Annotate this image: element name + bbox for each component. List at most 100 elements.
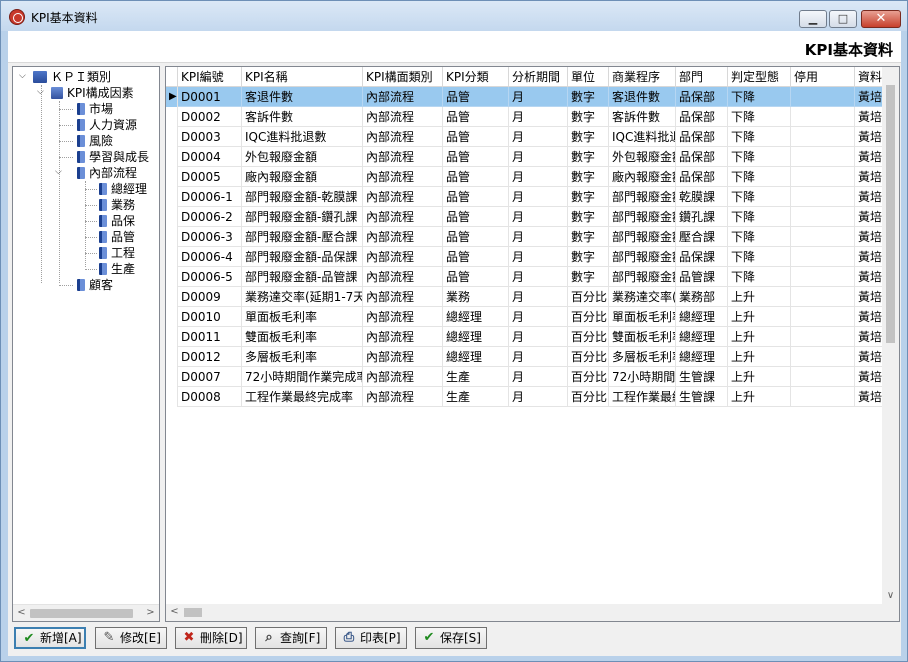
row-header[interactable] xyxy=(166,307,178,327)
cell-unit[interactable]: 數字 xyxy=(568,127,609,147)
cell-kpi-code[interactable]: D0010 xyxy=(178,307,242,327)
cell-kpi-name[interactable]: 客退件數 xyxy=(242,87,363,107)
cell-period[interactable]: 月 xyxy=(509,207,568,227)
cell-disabled[interactable] xyxy=(791,387,855,407)
table-row[interactable]: D0006-2部門報廢金額-鑽孔課內部流程品管月數字部門報廢金額鑽孔課下降黃培焌 xyxy=(166,207,890,227)
cell-unit[interactable]: 百分比 xyxy=(568,367,609,387)
row-header[interactable] xyxy=(166,167,178,187)
cell-judgment[interactable]: 下降 xyxy=(728,247,791,267)
row-header[interactable] xyxy=(166,107,178,127)
table-row[interactable]: D0003IQC進料批退數內部流程品管月數字IQC進料批退數品保部下降黃培焌 xyxy=(166,127,890,147)
tree-node-kpi-factors[interactable]: KPI構成因素 xyxy=(51,85,134,101)
cell-judgment[interactable]: 上升 xyxy=(728,287,791,307)
cell-department[interactable]: 總經理 xyxy=(676,307,728,327)
cell-disabled[interactable] xyxy=(791,347,855,367)
cell-category[interactable]: 總經理 xyxy=(443,327,509,347)
cell-period[interactable]: 月 xyxy=(509,167,568,187)
cell-period[interactable]: 月 xyxy=(509,227,568,247)
tree-subitem-sales[interactable]: 業務 xyxy=(99,197,135,213)
cell-period[interactable]: 月 xyxy=(509,267,568,287)
cell-disabled[interactable] xyxy=(791,107,855,127)
cell-disabled[interactable] xyxy=(791,267,855,287)
cell-kpi-name[interactable]: 單面板毛利率 xyxy=(242,307,363,327)
cell-kpi-code[interactable]: D0009 xyxy=(178,287,242,307)
cell-disabled[interactable] xyxy=(791,327,855,347)
cell-dimension[interactable]: 內部流程 xyxy=(363,87,443,107)
table-row[interactable]: D0006-5部門報廢金額-品管課內部流程品管月數字部門報廢金額品管課下降黃培焌 xyxy=(166,267,890,287)
cell-kpi-code[interactable]: D0005 xyxy=(178,167,242,187)
row-header[interactable] xyxy=(166,387,178,407)
cell-process[interactable]: 72小時期間 xyxy=(609,367,676,387)
table-row[interactable]: D0009 業務達交率(延期1-7天 內部流程 業務月百分比 業務達交率(業務部 上升 黃培… xyxy=(166,287,890,307)
scroll-down-icon[interactable]: ∨ xyxy=(882,588,899,604)
cell-unit[interactable]: 百分比 xyxy=(568,327,609,347)
row-header[interactable] xyxy=(166,147,178,167)
cell-department[interactable]: 品管課 xyxy=(676,267,728,287)
table-row[interactable]: D0005廠內報廢金額內部流程品管月數字廠內報廢金額品保部下降黃培焌 xyxy=(166,167,890,187)
col-header-kpi-name[interactable]: KPI名稱 xyxy=(242,67,363,87)
scroll-thumb[interactable] xyxy=(886,85,895,343)
table-row[interactable]: D0012多層板毛利率內部流程總經理月百分比多層板毛利率總經理上升黃培焌 xyxy=(166,347,890,367)
tree-item-customer[interactable]: 顧客 xyxy=(77,277,113,293)
cell-process[interactable]: 單面板毛利率 xyxy=(609,307,676,327)
cell-unit[interactable]: 數字 xyxy=(568,187,609,207)
cell-kpi-name[interactable]: 部門報廢金額-壓合課 xyxy=(242,227,363,247)
table-row[interactable]: ▶D0001客退件數內部流程品管月數字客退件數品保部下降黃培焌 xyxy=(166,87,890,107)
tree-subitem-qc[interactable]: 品管 xyxy=(99,229,135,245)
cell-unit[interactable]: 數字 xyxy=(568,87,609,107)
cell-kpi-name[interactable]: 72小時期間作業完成率 xyxy=(242,367,363,387)
cell-dimension[interactable]: 內部流程 xyxy=(363,247,443,267)
cell-kpi-name[interactable]: 客訴件數 xyxy=(242,107,363,127)
cell-disabled[interactable] xyxy=(791,247,855,267)
close-button[interactable]: ✕ xyxy=(861,10,901,28)
cell-process[interactable]: 部門報廢金額 xyxy=(609,267,676,287)
cell-category[interactable]: 品管 xyxy=(443,247,509,267)
tree-item-learning[interactable]: 學習與成長 xyxy=(77,149,149,165)
minimize-button[interactable]: ▁ xyxy=(799,10,827,28)
cell-judgment[interactable]: 下降 xyxy=(728,207,791,227)
cell-judgment[interactable]: 上升 xyxy=(728,347,791,367)
cell-category[interactable]: 品管 xyxy=(443,87,509,107)
cell-kpi-code[interactable]: D0003 xyxy=(178,127,242,147)
cell-period[interactable]: 月 xyxy=(509,287,568,307)
tree-item-hr[interactable]: 人力資源 xyxy=(77,117,137,133)
cell-period[interactable]: 月 xyxy=(509,367,568,387)
cell-category[interactable]: 業務 xyxy=(443,287,509,307)
cell-kpi-code[interactable]: D0002 xyxy=(178,107,242,127)
scroll-thumb[interactable] xyxy=(30,609,133,618)
cell-kpi-name[interactable]: 多層板毛利率 xyxy=(242,347,363,367)
row-header[interactable] xyxy=(166,287,178,307)
cell-kpi-name[interactable]: 部門報廢金額-乾膜課 xyxy=(242,187,363,207)
cell-process[interactable]: IQC進料批退數 xyxy=(609,127,676,147)
cell-process[interactable]: 外包報廢金額 xyxy=(609,147,676,167)
row-header[interactable] xyxy=(166,247,178,267)
cell-unit[interactable]: 百分比 xyxy=(568,347,609,367)
cell-dimension[interactable]: 內部流程 xyxy=(363,287,443,307)
cell-dimension[interactable]: 內部流程 xyxy=(363,327,443,347)
cell-category[interactable]: 總經理 xyxy=(443,347,509,367)
cell-category[interactable]: 品管 xyxy=(443,167,509,187)
cell-disabled[interactable] xyxy=(791,307,855,327)
row-header[interactable] xyxy=(166,207,178,227)
cell-process[interactable]: 客訴件數 xyxy=(609,107,676,127)
tree-subitem-production[interactable]: 生產 xyxy=(99,261,135,277)
table-row[interactable]: D0006-3部門報廢金額-壓合課內部流程品管月數字部門報廢金額壓合課下降黃培焌 xyxy=(166,227,890,247)
tree-node-root[interactable]: ＫＰＩ類別 xyxy=(33,69,111,85)
cell-kpi-name[interactable]: 部門報廢金額-鑽孔課 xyxy=(242,207,363,227)
cell-category[interactable]: 品管 xyxy=(443,127,509,147)
table-row[interactable]: D0010單面板毛利率內部流程總經理月百分比單面板毛利率總經理上升黃培焌 xyxy=(166,307,890,327)
cell-kpi-code[interactable]: D0006-2 xyxy=(178,207,242,227)
row-header[interactable] xyxy=(166,327,178,347)
col-header-category[interactable]: KPI分類 xyxy=(443,67,509,87)
cell-department[interactable]: 總經理 xyxy=(676,327,728,347)
cell-disabled[interactable] xyxy=(791,167,855,187)
cell-dimension[interactable]: 內部流程 xyxy=(363,307,443,327)
cell-kpi-code[interactable]: D0006-5 xyxy=(178,267,242,287)
cell-dimension[interactable]: 內部流程 xyxy=(363,207,443,227)
cell-judgment[interactable]: 上升 xyxy=(728,327,791,347)
cell-process[interactable]: 工程作業最終 xyxy=(609,387,676,407)
cell-unit[interactable]: 數字 xyxy=(568,267,609,287)
cell-judgment[interactable]: 上升 xyxy=(728,307,791,327)
cell-period[interactable]: 月 xyxy=(509,247,568,267)
chevron-down-icon[interactable]: ⌵ xyxy=(19,72,28,81)
